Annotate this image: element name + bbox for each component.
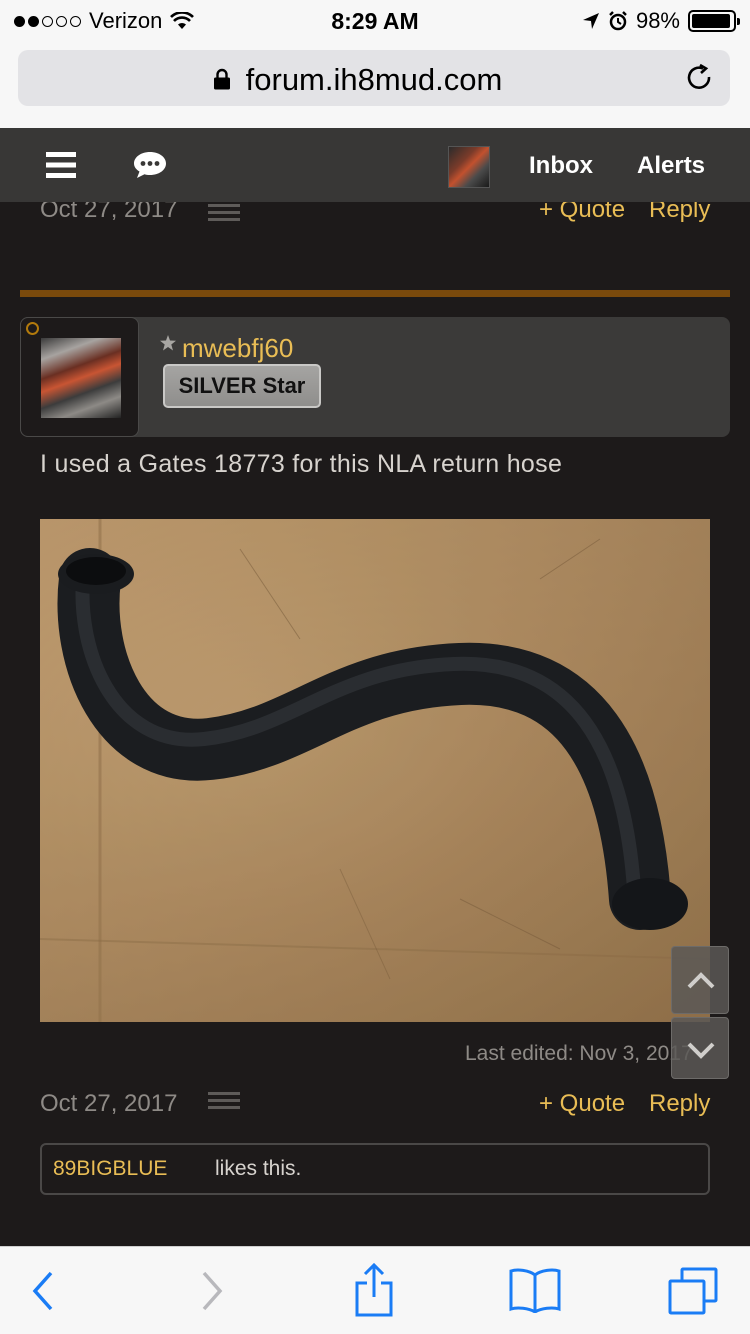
post-image[interactable] [40,519,710,1022]
location-icon [582,13,599,29]
star-icon [160,335,176,351]
scroll-down-button[interactable] [671,1017,729,1079]
username-link[interactable]: mwebfj60 [182,333,293,364]
post-message: I used a Gates 18773 for this NLA return… [40,450,563,478]
chat-icon[interactable] [132,150,168,180]
avatar[interactable] [41,338,121,418]
liker-link[interactable]: 89BIGBLUE [53,1157,167,1181]
alarm-icon [609,11,627,31]
menu-icon[interactable] [46,152,76,178]
rank-badge: SILVER Star [163,364,321,408]
post-divider [20,290,730,297]
reply-button[interactable]: Reply [649,1090,710,1118]
status-bar: Verizon 8:29 AM 98% [0,0,750,40]
url-bar[interactable]: forum.ih8mud.com [18,50,730,106]
reload-icon[interactable] [684,62,716,94]
post-date[interactable]: Oct 27, 2017 [40,1090,177,1118]
back-icon[interactable] [30,1269,56,1313]
inbox-link[interactable]: Inbox [529,152,593,180]
user-avatar[interactable] [448,146,490,188]
bookmarks-icon[interactable] [509,1267,561,1313]
tabs-icon[interactable] [668,1267,720,1315]
chevron-up-icon [687,972,715,989]
browser-chrome: Verizon 8:29 AM 98% forum.ih8mud.com [0,0,750,128]
battery-percent: 98% [635,8,680,33]
post-menu-icon[interactable] [208,204,240,222]
chevron-down-icon [687,1042,715,1059]
post-menu-icon[interactable] [208,1092,240,1110]
scroll-up-button[interactable] [671,946,729,1014]
quote-button[interactable]: + Quote [539,1090,625,1118]
edited-note: Last edited: Nov 3, 2017 [465,1042,693,1065]
alerts-link[interactable]: Alerts [637,152,705,180]
likes-text: likes this. [215,1157,302,1180]
safari-toolbar [0,1246,750,1334]
avatar-frame [20,317,139,437]
share-icon[interactable] [354,1263,394,1317]
post-header: mwebfj60 SILVER Star [20,317,730,437]
forum-nav-bar: Inbox Alerts [0,128,750,202]
forward-icon[interactable] [199,1269,225,1313]
online-indicator [26,322,39,335]
url-text: forum.ih8mud.com [245,62,503,97]
likes-summary: 89BIGBLUE likes this. [40,1143,710,1195]
battery-icon [688,10,740,32]
